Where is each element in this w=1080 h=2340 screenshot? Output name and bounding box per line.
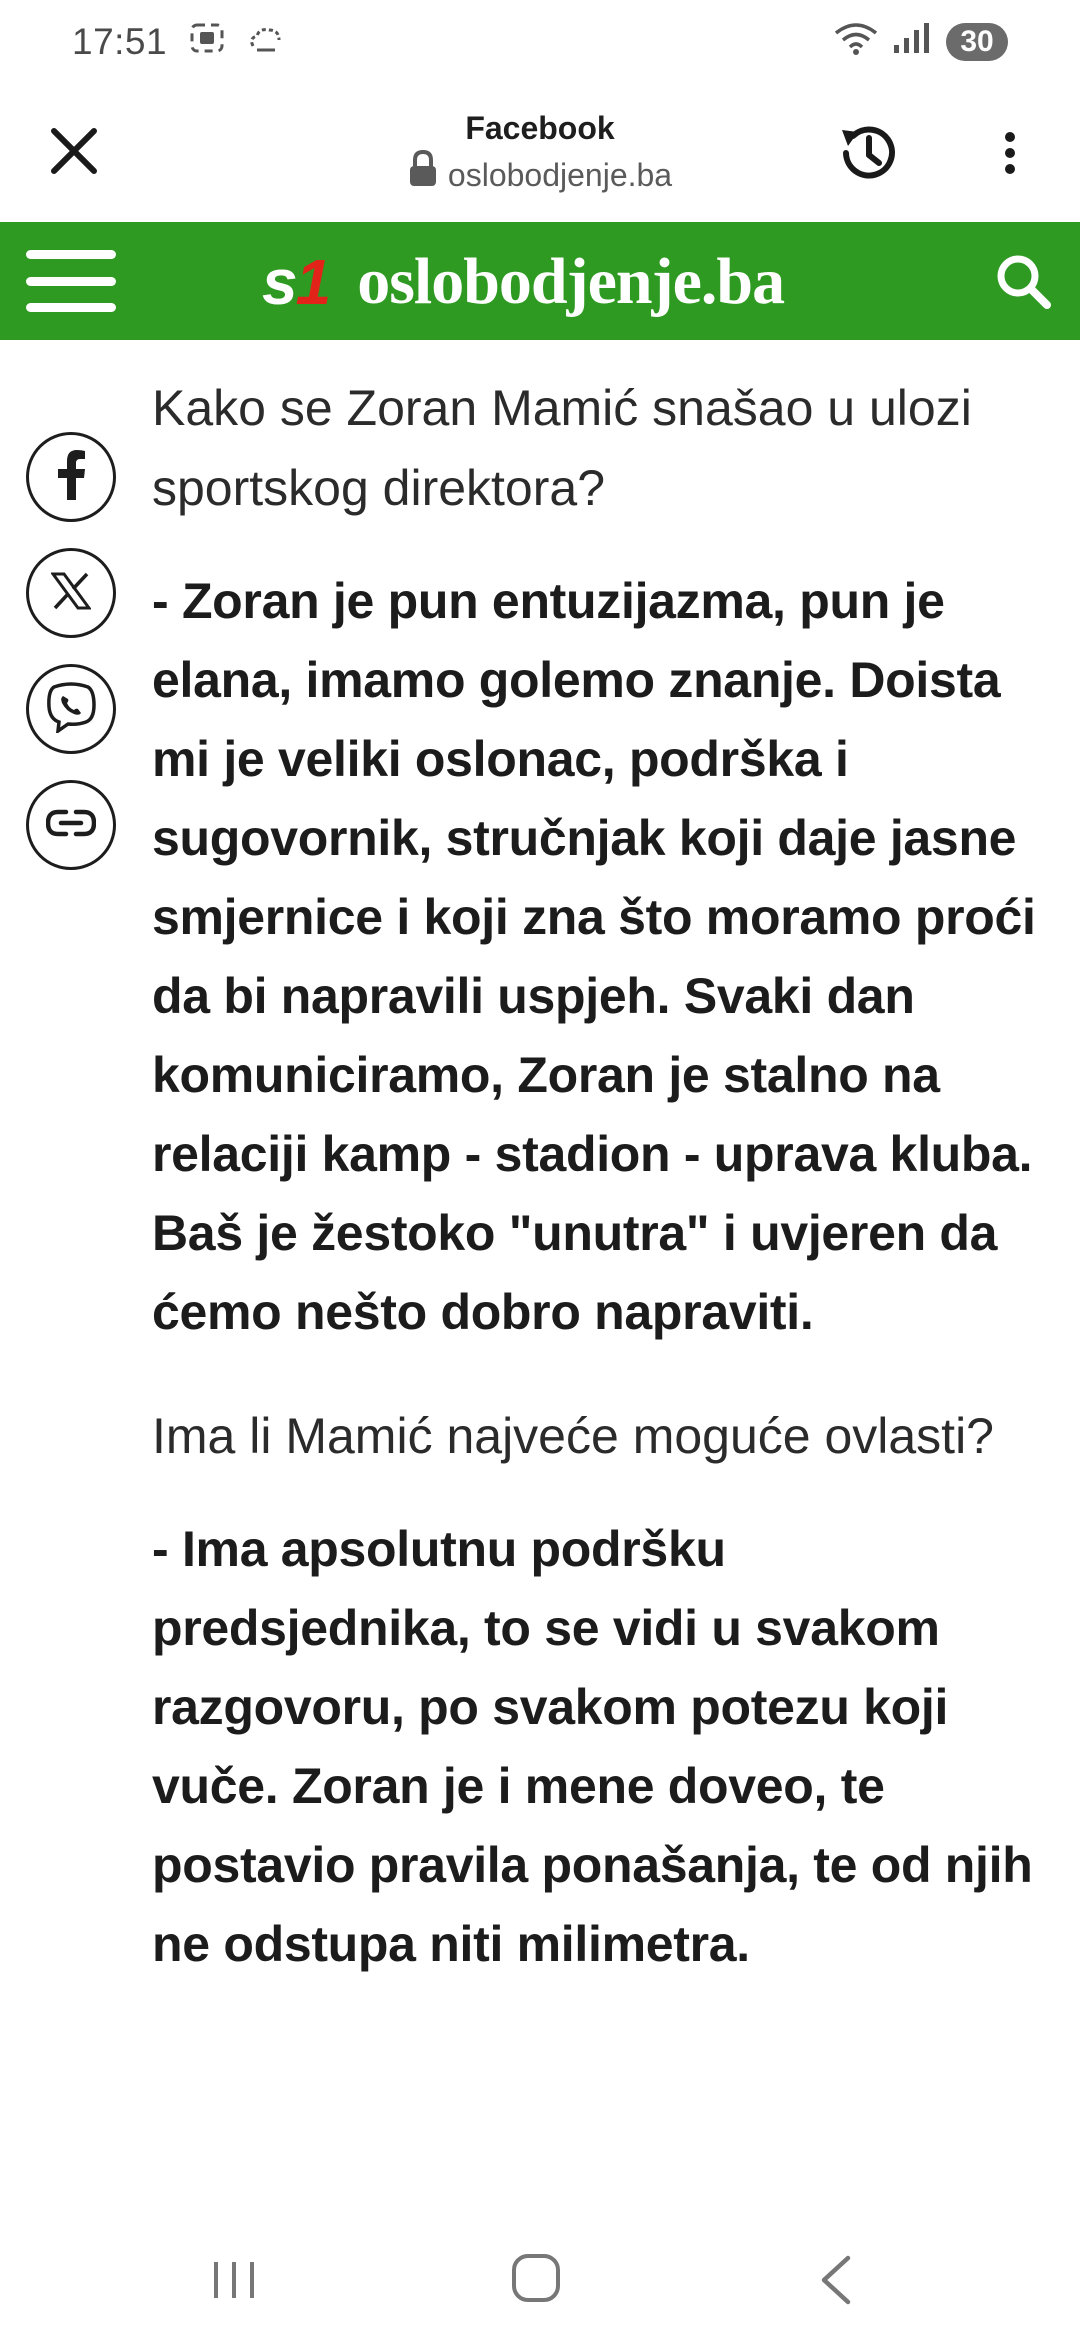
wifi-icon bbox=[834, 21, 878, 64]
back-icon bbox=[812, 2255, 860, 2310]
screenshot-icon bbox=[189, 21, 225, 63]
brand-mark-one: 1 bbox=[295, 246, 332, 318]
status-notification-icons bbox=[189, 21, 283, 63]
interview-answer: - Ima apsolutnu podršku predsjednika, to… bbox=[152, 1521, 1033, 1972]
viber-icon bbox=[46, 681, 96, 738]
share-x-button[interactable] bbox=[26, 548, 116, 638]
battery-indicator: 30 bbox=[946, 23, 1008, 61]
facebook-icon bbox=[56, 449, 86, 505]
status-bar: 17:51 30 bbox=[0, 0, 1080, 84]
lock-icon bbox=[408, 149, 438, 199]
search-icon bbox=[994, 252, 1052, 315]
copy-link-button[interactable] bbox=[26, 780, 116, 870]
url-line: oslobodjenje.ba bbox=[408, 149, 673, 199]
more-vert-icon bbox=[1003, 131, 1017, 180]
brand-mark-s: s bbox=[262, 246, 298, 318]
signal-icon bbox=[892, 21, 932, 64]
share-viber-button[interactable] bbox=[26, 664, 116, 754]
link-icon bbox=[45, 808, 97, 843]
back-button[interactable] bbox=[812, 2254, 860, 2306]
home-button[interactable] bbox=[510, 2252, 562, 2304]
recent-apps-button[interactable] bbox=[210, 2256, 258, 2304]
hamburger-menu-icon[interactable] bbox=[26, 250, 116, 312]
site-logo[interactable]: s1 oslobodjenje.ba bbox=[262, 240, 785, 324]
status-time: 17:51 bbox=[72, 21, 168, 62]
search-button[interactable] bbox=[990, 250, 1056, 316]
article-body: Kako se Zoran Mamić snašao u ulozi sport… bbox=[152, 368, 1052, 2028]
home-icon bbox=[510, 2254, 562, 2308]
recent-apps-icon bbox=[210, 2262, 258, 2308]
interview-question: Kako se Zoran Mamić snašao u ulozi sport… bbox=[152, 380, 972, 516]
system-navigation-bar bbox=[0, 2220, 1080, 2340]
interview-answer: - Zoran je pun entuzijazma, pun je elana… bbox=[152, 573, 1036, 1340]
share-facebook-button[interactable] bbox=[26, 432, 116, 522]
source-title: Facebook bbox=[465, 110, 615, 146]
tab-title-block[interactable]: Facebook oslobodjenje.ba bbox=[0, 106, 1080, 199]
browser-toolbar: Facebook oslobodjenje.ba bbox=[0, 84, 1080, 222]
x-icon bbox=[50, 572, 92, 615]
history-button[interactable] bbox=[830, 116, 908, 194]
url-text: oslobodjenje.ba bbox=[447, 156, 673, 193]
history-icon bbox=[834, 118, 904, 193]
weather-icon bbox=[247, 21, 283, 63]
more-options-button[interactable] bbox=[980, 116, 1040, 194]
site-header: s1 oslobodjenje.ba bbox=[0, 222, 1080, 340]
brand-mark: s1 bbox=[262, 245, 332, 319]
brand-name: oslobodjenje.ba bbox=[357, 245, 785, 318]
interview-question: Ima li Mamić najveće moguće ovlasti? bbox=[152, 1408, 994, 1464]
share-bar bbox=[26, 432, 118, 896]
